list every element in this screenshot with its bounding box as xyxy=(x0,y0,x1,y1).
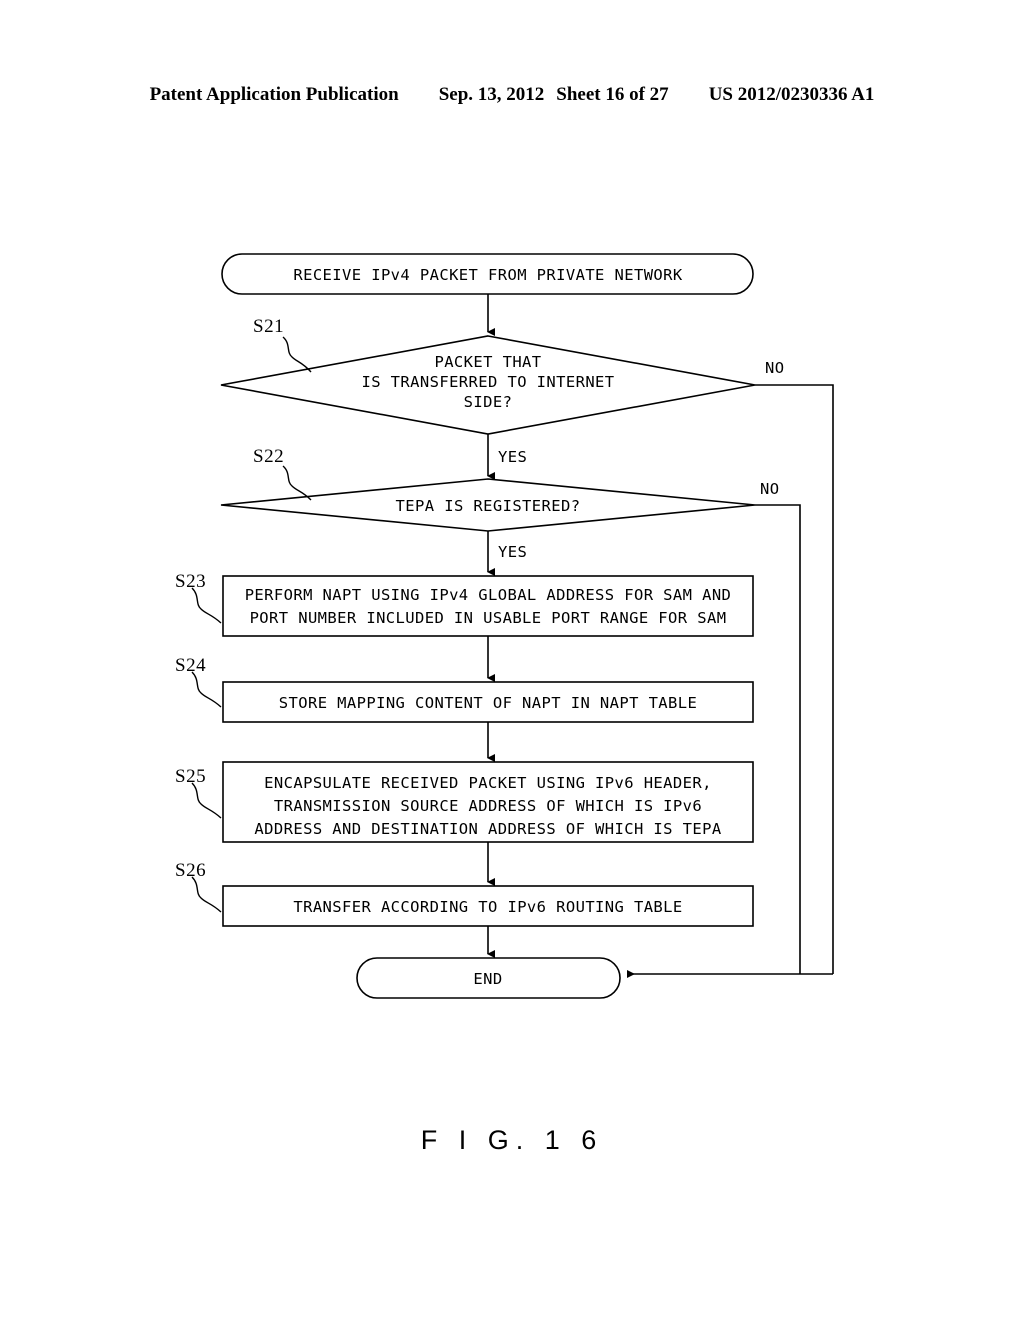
decision-s22-yes-label: YES xyxy=(498,543,527,561)
process-s25-line-1: ENCAPSULATE RECEIVED PACKET USING IPv6 H… xyxy=(264,774,712,792)
decision-s21-no-label: NO xyxy=(765,359,784,377)
decision-s22-no-label: NO xyxy=(760,480,779,498)
process-s23-line-1: PERFORM NAPT USING IPv4 GLOBAL ADDRESS F… xyxy=(245,586,732,604)
connector-s22-no xyxy=(755,504,801,974)
decision-s21-line-2: IS TRANSFERRED TO INTERNET xyxy=(361,373,614,391)
process-s23-shape xyxy=(222,575,754,637)
flowchart-figure: RECEIVE IPv4 PACKET FROM PRIVATE NETWORK… xyxy=(0,0,1024,1320)
process-s25-line-2: TRANSMISSION SOURCE ADDRESS OF WHICH IS … xyxy=(274,797,702,815)
leader-s25 xyxy=(191,782,222,819)
step-label-s25: S25 xyxy=(175,766,206,787)
process-s24-line-1: STORE MAPPING CONTENT OF NAPT IN NAPT TA… xyxy=(279,694,697,712)
leader-s23 xyxy=(191,587,222,624)
step-label-s26: S26 xyxy=(175,860,206,881)
leader-s26 xyxy=(191,876,222,913)
leader-s22 xyxy=(282,465,312,501)
step-label-s21: S21 xyxy=(253,316,284,337)
process-s25-line-3: ADDRESS AND DESTINATION ADDRESS OF WHICH… xyxy=(254,820,721,838)
step-label-s22: S22 xyxy=(253,446,284,467)
step-label-s24: S24 xyxy=(175,655,206,676)
decision-s21-line-1: PACKET THAT xyxy=(434,353,541,371)
leader-s21 xyxy=(282,336,312,373)
decision-s21-line-3: SIDE? xyxy=(464,393,513,411)
process-s26-line-1: TRANSFER ACCORDING TO IPv6 ROUTING TABLE xyxy=(293,898,682,916)
connector-s21-no xyxy=(755,384,834,974)
decision-s22-line-1: TEPA IS REGISTERED? xyxy=(396,497,581,515)
decision-s21-yes-label: YES xyxy=(498,448,527,466)
figure-caption: F I G. 1 6 xyxy=(420,1125,604,1155)
end-terminal-label: END xyxy=(473,970,502,988)
step-label-s23: S23 xyxy=(175,571,206,592)
start-terminal-label: RECEIVE IPv4 PACKET FROM PRIVATE NETWORK xyxy=(293,266,683,284)
leader-s24 xyxy=(191,671,222,708)
process-s23-line-2: PORT NUMBER INCLUDED IN USABLE PORT RANG… xyxy=(250,609,727,627)
